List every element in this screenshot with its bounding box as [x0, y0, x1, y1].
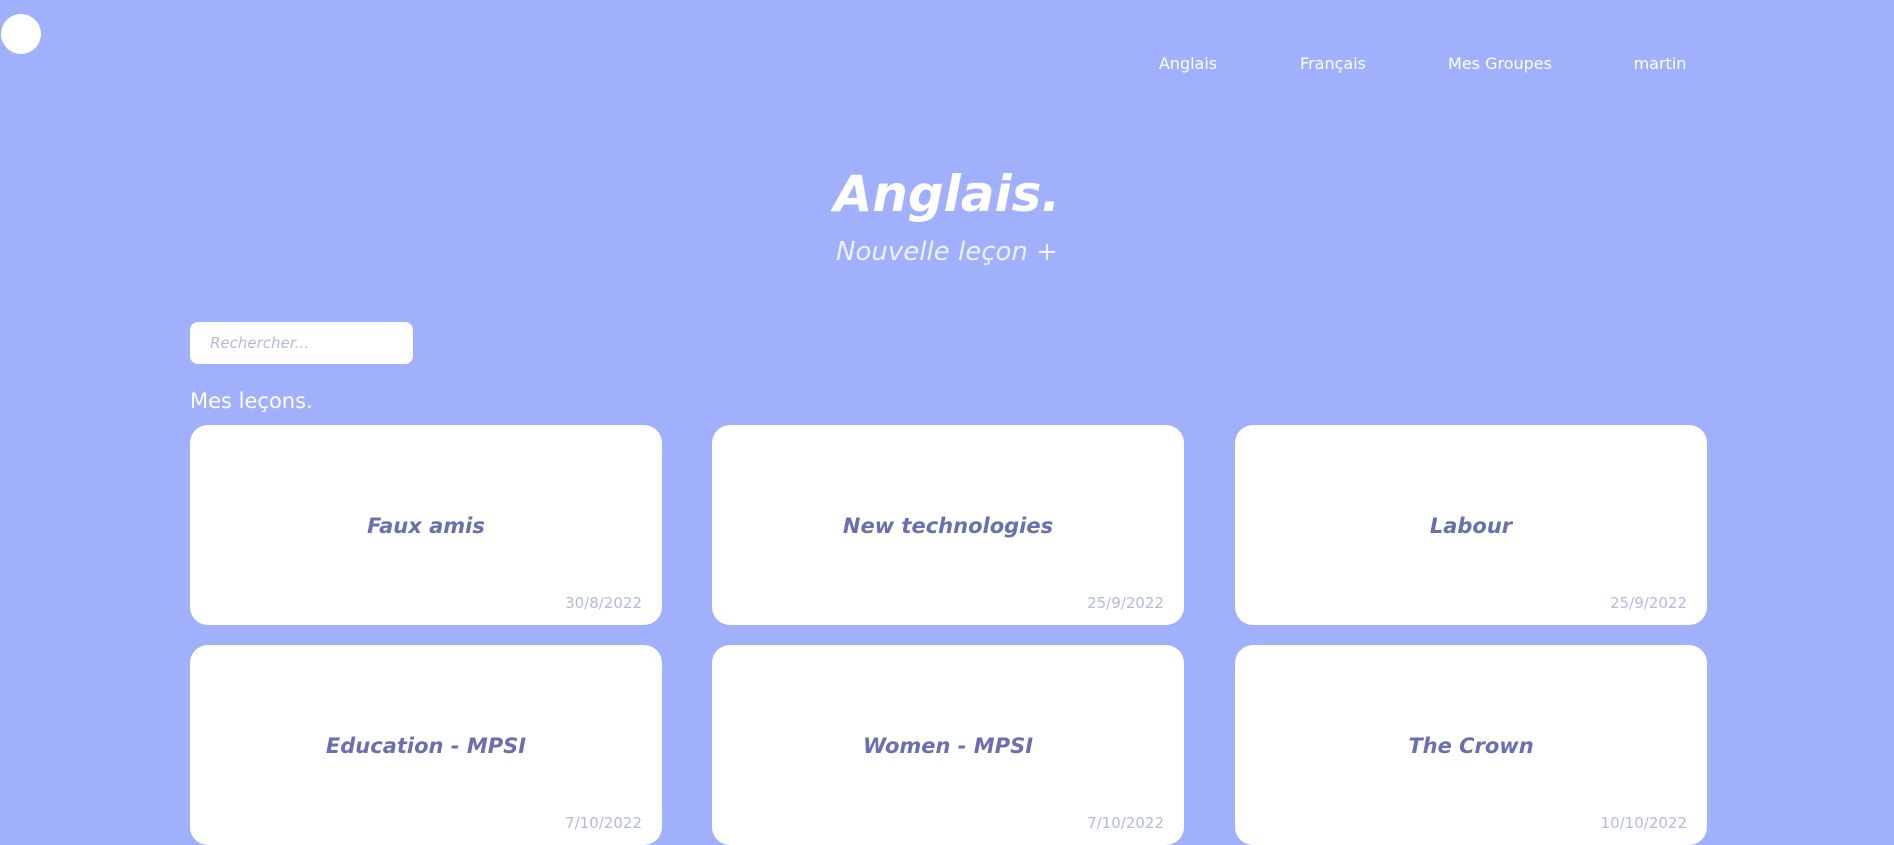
- lesson-card-date: 7/10/2022: [1087, 814, 1164, 832]
- lesson-card[interactable]: Labour 25/9/2022: [1235, 425, 1707, 625]
- lesson-card-title: Faux amis: [367, 514, 485, 538]
- lesson-card-date: 25/9/2022: [1610, 594, 1687, 612]
- lesson-card[interactable]: Women - MPSI 7/10/2022: [712, 645, 1184, 845]
- lesson-card[interactable]: Education - MPSI 7/10/2022: [190, 645, 662, 845]
- nav-item-mes-groupes[interactable]: Mes Groupes: [1448, 54, 1552, 73]
- lesson-card-title: The Crown: [1408, 734, 1534, 758]
- lesson-card[interactable]: The Crown 10/10/2022: [1235, 645, 1707, 845]
- lesson-card-title: Education - MPSI: [325, 734, 527, 758]
- lesson-card[interactable]: New technologies 25/9/2022: [712, 425, 1184, 625]
- lesson-card-title: Labour: [1429, 514, 1513, 538]
- lesson-card-title: Women - MPSI: [862, 734, 1034, 758]
- lesson-card-date: 10/10/2022: [1600, 814, 1687, 832]
- lesson-card-date: 25/9/2022: [1087, 594, 1164, 612]
- top-nav: Anglais Français Mes Groupes martin: [0, 54, 1894, 78]
- lesson-card-date: 7/10/2022: [565, 814, 642, 832]
- nav-item-user-martin[interactable]: martin: [1634, 54, 1687, 73]
- new-lesson-button[interactable]: Nouvelle leçon +: [0, 236, 1894, 268]
- page-title: Anglais.: [833, 165, 1061, 223]
- nav-item-anglais[interactable]: Anglais: [1159, 54, 1217, 73]
- lesson-card-date: 30/8/2022: [565, 594, 642, 612]
- lesson-card[interactable]: Faux amis 30/8/2022: [190, 425, 662, 625]
- lesson-card-title: New technologies: [842, 514, 1054, 538]
- logo-icon[interactable]: [1, 14, 41, 54]
- nav-item-francais[interactable]: Français: [1300, 54, 1366, 73]
- section-title: Mes leçons.: [190, 389, 313, 413]
- search-input[interactable]: [190, 322, 413, 364]
